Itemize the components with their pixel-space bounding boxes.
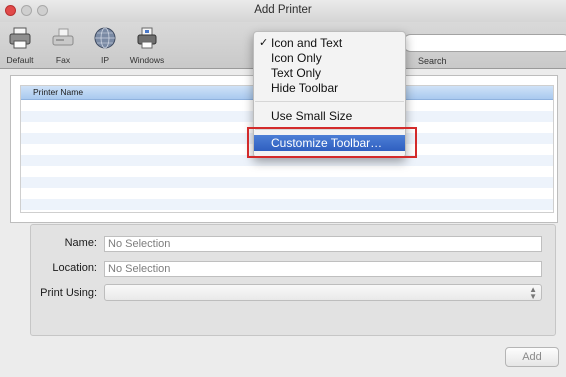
location-label: Location: (52, 262, 97, 274)
menu-item-text-only[interactable]: Text Only (254, 65, 405, 81)
name-field[interactable]: No Selection (104, 236, 542, 252)
search-label: Search (418, 56, 447, 66)
table-row[interactable] (21, 177, 553, 188)
fax-icon (52, 28, 74, 46)
print-using-label: Print Using: (40, 287, 97, 299)
print-using-select[interactable]: ▲ ▼ (104, 284, 542, 301)
printer-icon (9, 27, 31, 49)
location-field[interactable]: No Selection (104, 261, 542, 277)
menu-item-icon-only[interactable]: Icon Only (254, 50, 405, 66)
title-bar[interactable]: Add Printer (0, 0, 566, 22)
toolbar-ip-label: IP (100, 55, 110, 65)
menu-separator (255, 101, 404, 102)
checkmark-icon: ✓ (259, 37, 269, 49)
column-printer-name[interactable]: Printer Name (33, 87, 83, 97)
window-title: Add Printer (254, 4, 312, 16)
menu-item-label: Use Small Size (271, 109, 353, 123)
toolbar-default-button[interactable]: Default (0, 25, 40, 67)
toolbar-windows-button[interactable]: Windows (122, 25, 172, 67)
table-row[interactable] (21, 188, 553, 199)
toolbar-default-label: Default (6, 55, 34, 65)
add-printer-window: Add Printer Default Fax IP Windows Searc… (0, 0, 566, 377)
menu-item-label: Icon Only (271, 51, 322, 65)
table-row[interactable] (21, 166, 553, 177)
menu-item-label: Icon and Text (271, 36, 343, 50)
toolbar-fax-button[interactable]: Fax (47, 25, 79, 67)
menu-item-use-small-size[interactable]: Use Small Size (254, 108, 405, 124)
search-input[interactable] (402, 34, 566, 52)
toolbar-windows-label: Windows (129, 55, 165, 65)
name-label: Name: (64, 237, 97, 249)
toolbar-ip-button[interactable]: IP (88, 25, 122, 67)
menu-item-label: Hide Toolbar (271, 81, 339, 95)
highlight-annotation (247, 127, 417, 158)
chevron-up-down-icon: ▲ ▼ (529, 285, 537, 301)
table-row[interactable] (21, 199, 553, 210)
windows-printer-icon (137, 27, 157, 49)
menu-item-icon-and-text[interactable]: ✓ Icon and Text (254, 35, 405, 51)
add-button[interactable]: Add (505, 347, 559, 367)
globe-icon (94, 27, 116, 49)
menu-item-label: Text Only (271, 66, 322, 80)
toolbar-fax-label: Fax (55, 55, 71, 65)
menu-item-hide-toolbar[interactable]: Hide Toolbar (254, 80, 405, 96)
